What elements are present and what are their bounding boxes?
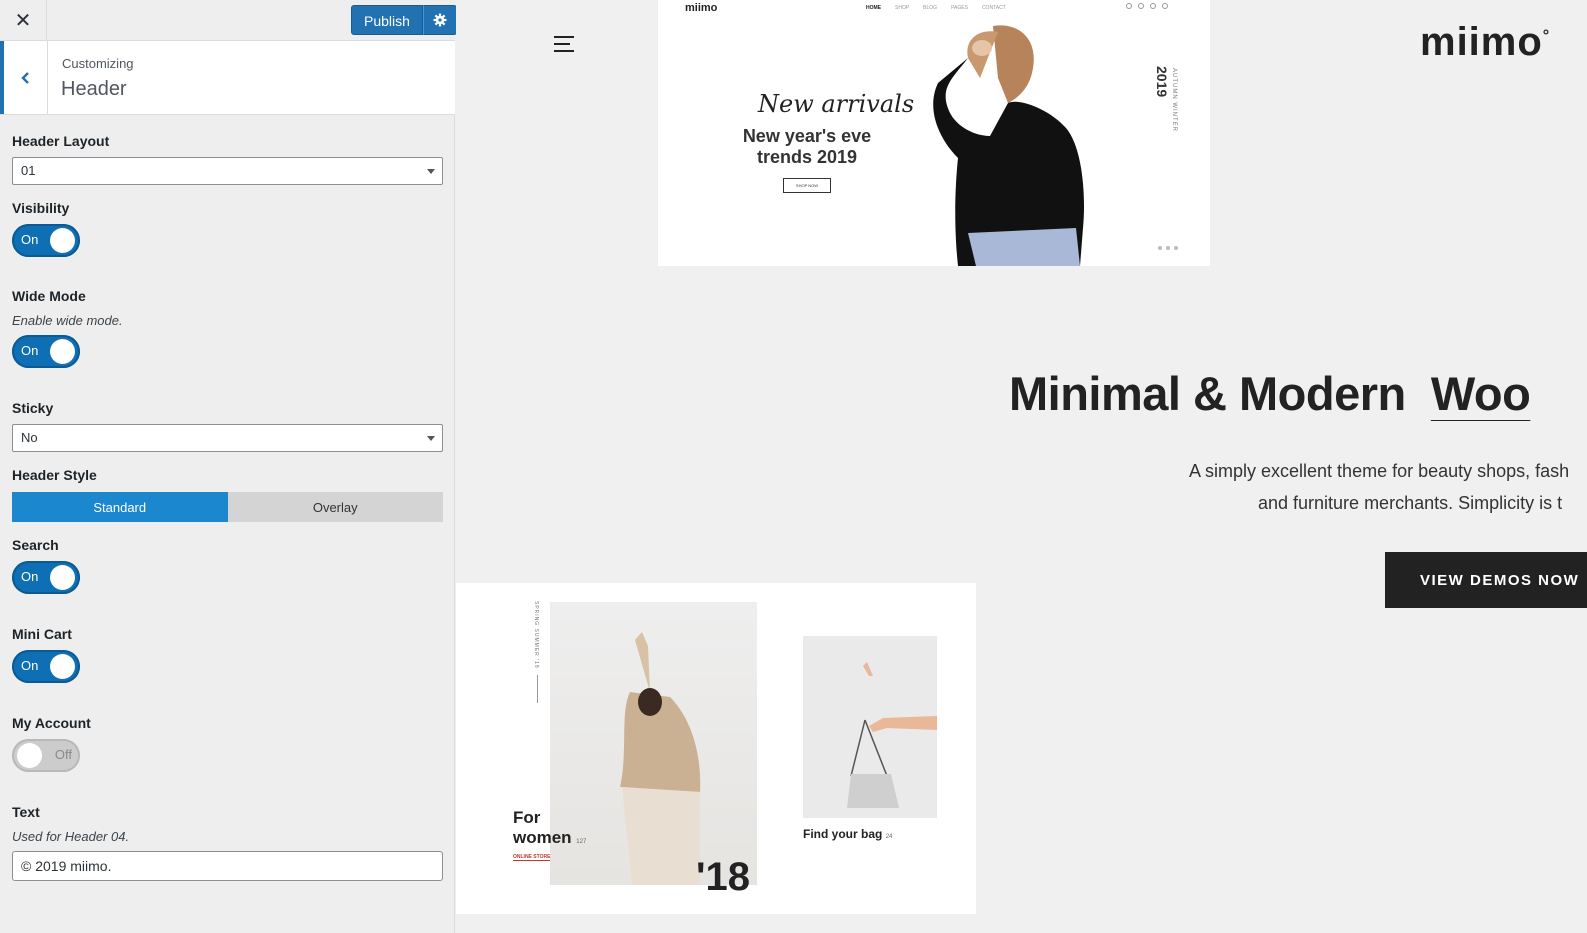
view-demos-button[interactable]: VIEW DEMOS NOW [1385, 552, 1587, 608]
header-style-label: Header Style [12, 467, 97, 483]
publish-group: Publish [351, 5, 457, 35]
bag-figure [847, 662, 937, 808]
wide-mode-description: Enable wide mode. [12, 313, 123, 328]
mini-nav: HOME SHOP BLOG PAGES CONTACT [866, 5, 1006, 11]
spring-season-label: SPRING SUMMER '18 [533, 601, 539, 669]
model-photo [933, 25, 1085, 266]
header-style-segmented: Standard Overlay [12, 492, 443, 522]
hero-year: 2019 [1154, 66, 1170, 98]
section-header: Customizing Header [0, 41, 455, 115]
header-layout-select[interactable]: 01 [12, 157, 443, 185]
hero-demo-card[interactable]: miimo HOME SHOP BLOG PAGES CONTACT New a… [658, 0, 1210, 266]
mini-nav-item: BLOG [923, 5, 938, 11]
mini-cart-label: Mini Cart [12, 626, 72, 642]
close-button[interactable]: ✕ [0, 0, 47, 41]
women-line2: women [513, 828, 572, 847]
text-description: Used for Header 04. [12, 829, 130, 844]
hero-description-line1: A simply excellent theme for beauty shop… [1189, 461, 1570, 481]
hero-tagline: Minimal & Modern Woo [1009, 367, 1531, 420]
toggle-knob [50, 654, 75, 679]
hero-promo-heading: New year's eve trends 2019 [742, 126, 872, 167]
mini-logo: miimo [685, 2, 718, 14]
publish-button[interactable]: Publish [351, 5, 423, 35]
my-account-toggle[interactable]: Off [12, 739, 80, 772]
bag-photo [803, 636, 937, 818]
hero-season: AUTUMN WINTER [1171, 68, 1177, 132]
bag-count: 24 [885, 834, 893, 840]
header-text-input[interactable] [12, 851, 443, 881]
chevron-down-icon [427, 436, 435, 441]
women-line1: For [513, 808, 541, 827]
hero-description-line2: and furniture merchants. Simplicity is t [1258, 493, 1563, 513]
bag-category-label: Find your bag 24 [803, 827, 892, 841]
toggle-knob [50, 339, 75, 364]
back-button[interactable] [0, 41, 48, 114]
publish-settings-button[interactable] [422, 5, 457, 35]
mini-nav-item: SHOP [895, 5, 910, 11]
site-preview: miimo° miimo HOME SHOP BLOG PAGES CONTAC… [456, 0, 1587, 933]
visibility-label: Visibility [12, 200, 70, 216]
mini-cart-toggle-text: On [21, 658, 39, 673]
chevron-left-icon [20, 71, 29, 84]
bag-label: Find your bag [803, 827, 883, 841]
wide-mode-toggle-text: On [21, 343, 39, 358]
hero-shop-button: SHOP NOW [783, 178, 831, 193]
customizer-topbar: ✕ Publish [0, 0, 457, 41]
sticky-label: Sticky [12, 400, 54, 416]
sticky-value: No [21, 430, 38, 445]
hero-script-heading: New arrivals [758, 90, 915, 118]
gear-icon [433, 13, 447, 27]
mini-nav-item: CONTACT [981, 5, 1006, 11]
mini-header-icons [1126, 3, 1168, 9]
mini-cart-toggle[interactable]: On [12, 650, 80, 683]
wide-mode-label: Wide Mode [12, 288, 86, 304]
section-title: Header [61, 78, 127, 100]
sticky-select[interactable]: No [12, 424, 443, 452]
close-icon: ✕ [14, 10, 32, 32]
divider [537, 675, 538, 703]
tagline-emphasis: Woo [1430, 367, 1531, 420]
site-logo[interactable]: miimo° [1420, 20, 1550, 65]
women-count: 127 [576, 839, 587, 845]
visibility-toggle-text: On [21, 232, 39, 247]
header-layout-value: 01 [21, 163, 36, 178]
hamburger-icon[interactable] [554, 36, 576, 54]
header-style-overlay[interactable]: Overlay [227, 492, 443, 522]
breadcrumb: Customizing [62, 56, 134, 71]
header-style-standard[interactable]: Standard [12, 492, 228, 522]
slider-dots [1158, 246, 1178, 250]
shop-demo-card[interactable]: SPRING SUMMER '18 For women 127 ONLINE S… [456, 583, 976, 914]
header-layout-label: Header Layout [12, 133, 110, 149]
search-toggle[interactable]: On [12, 561, 80, 594]
my-account-label: My Account [12, 715, 91, 731]
wide-mode-toggle[interactable]: On [12, 335, 80, 368]
toggle-knob [50, 565, 75, 590]
mini-nav-item: HOME [866, 5, 881, 11]
search-toggle-text: On [21, 569, 39, 584]
customizer-sidebar: ✕ Publish Customizing Header Header Layo… [0, 0, 457, 933]
chevron-down-icon [427, 169, 435, 174]
toggle-knob [17, 743, 42, 768]
search-label: Search [12, 537, 59, 553]
text-label: Text [12, 804, 40, 820]
visibility-toggle[interactable]: On [12, 224, 80, 257]
my-account-toggle-text: Off [54, 747, 72, 762]
women-category-label: For women 127 [513, 808, 586, 852]
women-subtitle: ONLINE STORE [513, 854, 551, 861]
mini-nav-item: PAGES [951, 5, 968, 11]
shop-year: '18 [696, 855, 751, 899]
toggle-knob [50, 228, 75, 253]
